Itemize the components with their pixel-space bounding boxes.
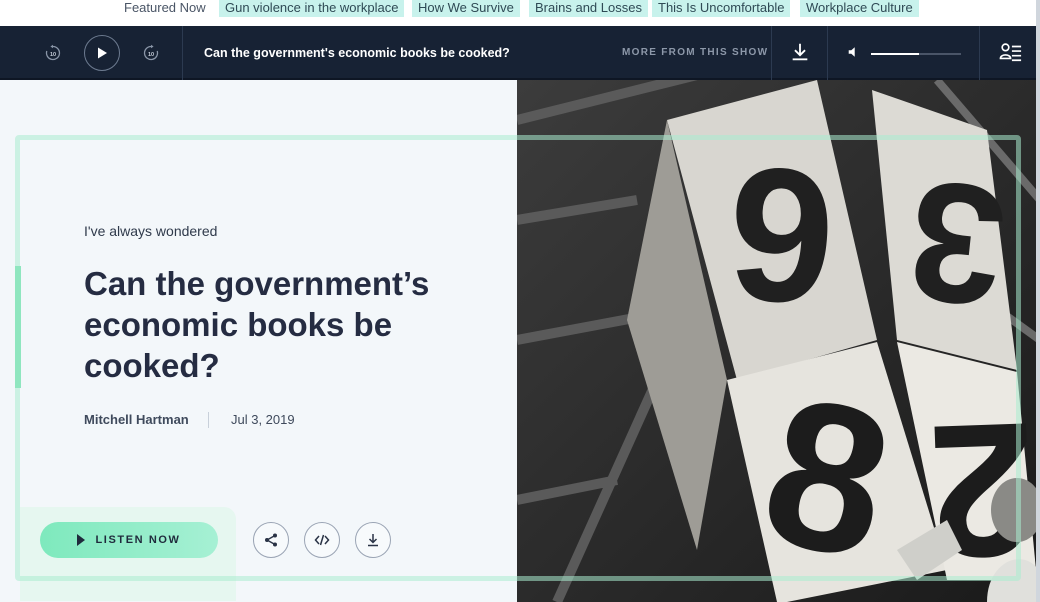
featured-chip-how-we-survive[interactable]: How We Survive <box>412 0 520 17</box>
now-playing-title[interactable]: Can the government's economic books be c… <box>204 26 510 80</box>
forward-10-text: 10 <box>148 52 154 58</box>
publish-date: Jul 3, 2019 <box>231 412 295 427</box>
featured-label: Featured Now <box>124 0 206 15</box>
episode-headline: Can the government’s economic books be c… <box>84 265 430 384</box>
featured-chip-gun-violence[interactable]: Gun violence in the workplace <box>219 0 405 17</box>
queue-button[interactable] <box>998 40 1024 64</box>
episode-download-button[interactable] <box>355 522 391 558</box>
featured-chip-this-is-uncomfortable[interactable]: This Is Uncomfortable <box>652 0 791 17</box>
episode-photo: 6 3 8 2 <box>517 80 1040 602</box>
page-scrollbar[interactable] <box>1036 0 1040 602</box>
embed-button[interactable] <box>304 522 340 558</box>
play-icon <box>98 47 107 59</box>
forward-10-icon: 10 <box>143 44 159 61</box>
listen-now-button[interactable]: LISTEN NOW <box>40 522 218 558</box>
listen-now-label: LISTEN NOW <box>95 534 181 546</box>
player-divider <box>182 26 183 80</box>
player-divider <box>827 26 828 80</box>
share-icon <box>265 533 277 547</box>
scoreboard-numbers-image: 6 3 8 2 <box>517 80 1040 602</box>
volume-level <box>871 53 919 55</box>
play-button[interactable] <box>84 35 120 71</box>
embed-icon <box>314 534 330 546</box>
player-divider <box>979 26 980 80</box>
forward-10-button[interactable]: 10 <box>142 44 160 62</box>
share-button[interactable] <box>253 522 289 558</box>
featured-bar: Featured Now Gun violence in the workpla… <box>0 0 1040 26</box>
audio-player: 10 10 Can the government's economic book… <box>0 26 1040 80</box>
svg-text:3: 3 <box>900 144 1014 343</box>
author-name[interactable]: Mitchell Hartman <box>84 412 189 427</box>
player-download-button[interactable] <box>788 40 812 64</box>
featured-chip-brains-and-losses[interactable]: Brains and Losses <box>529 0 648 17</box>
queue-icon <box>999 43 1022 62</box>
accent-bar <box>15 266 21 388</box>
series-kicker[interactable]: I've always wondered <box>84 223 217 239</box>
featured-chip-workplace-culture[interactable]: Workplace Culture <box>800 0 919 17</box>
more-from-show-link[interactable]: MORE FROM THIS SHOW <box>622 26 768 80</box>
meta-divider <box>208 412 209 428</box>
rewind-10-icon: 10 <box>45 44 61 61</box>
episode-hero: 6 3 8 2 I've always wondered Can the gov… <box>0 80 1040 602</box>
volume-slider[interactable] <box>871 53 961 55</box>
rewind-10-button[interactable]: 10 <box>44 44 62 62</box>
volume-icon <box>848 47 855 57</box>
svg-text:6: 6 <box>723 126 840 343</box>
mute-button[interactable] <box>846 45 860 59</box>
rewind-10-text: 10 <box>50 52 56 58</box>
download-icon <box>792 43 808 61</box>
download-icon <box>368 534 378 547</box>
play-icon <box>77 534 86 546</box>
player-divider <box>771 26 772 80</box>
